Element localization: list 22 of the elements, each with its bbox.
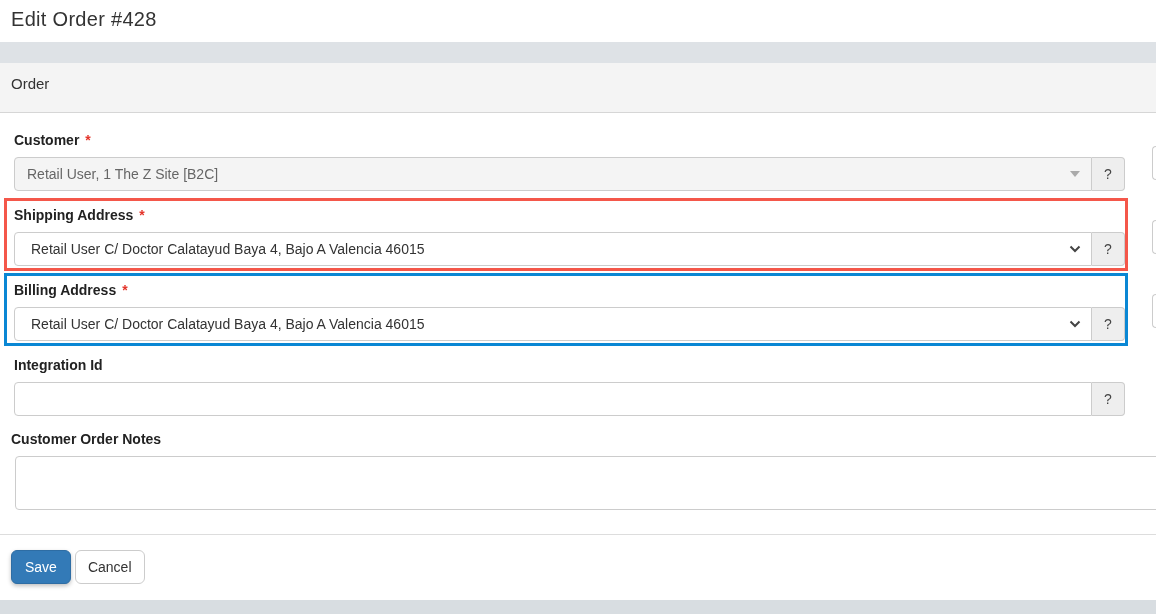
notes-field[interactable] [15, 456, 1156, 510]
help-button[interactable]: ? [1092, 382, 1125, 416]
select-field[interactable]: Retail User C/ Doctor Calatayud Baya 4, Bajo A Valencia 46015 [14, 307, 1092, 341]
required-asterisk: * [122, 282, 128, 298]
dropdown-triangle-icon [1069, 170, 1081, 178]
field-label: Integration Id [14, 356, 103, 375]
help-button[interactable]: ? [1092, 232, 1125, 266]
chevron-down-icon [1069, 245, 1081, 253]
field-label: Billing Address [14, 281, 117, 300]
field-label: Shipping Address [14, 206, 134, 225]
select-field[interactable]: Retail User C/ Doctor Calatayud Baya 4, Bajo A Valencia 46015 [14, 232, 1092, 266]
cancel-button[interactable]: Cancel [74, 550, 145, 584]
chevron-down-icon [1069, 320, 1081, 328]
field-label: Customer Order Notes [11, 430, 162, 449]
save-button[interactable]: Save [11, 550, 71, 584]
input-field[interactable] [14, 382, 1092, 416]
card-header-title: Order [11, 75, 50, 92]
page-title: Edit Order #428 [10, 7, 158, 32]
required-asterisk: * [139, 207, 145, 223]
help-button[interactable]: ? [1092, 307, 1125, 341]
required-asterisk: * [85, 132, 91, 148]
field-label: Customer [14, 131, 80, 150]
